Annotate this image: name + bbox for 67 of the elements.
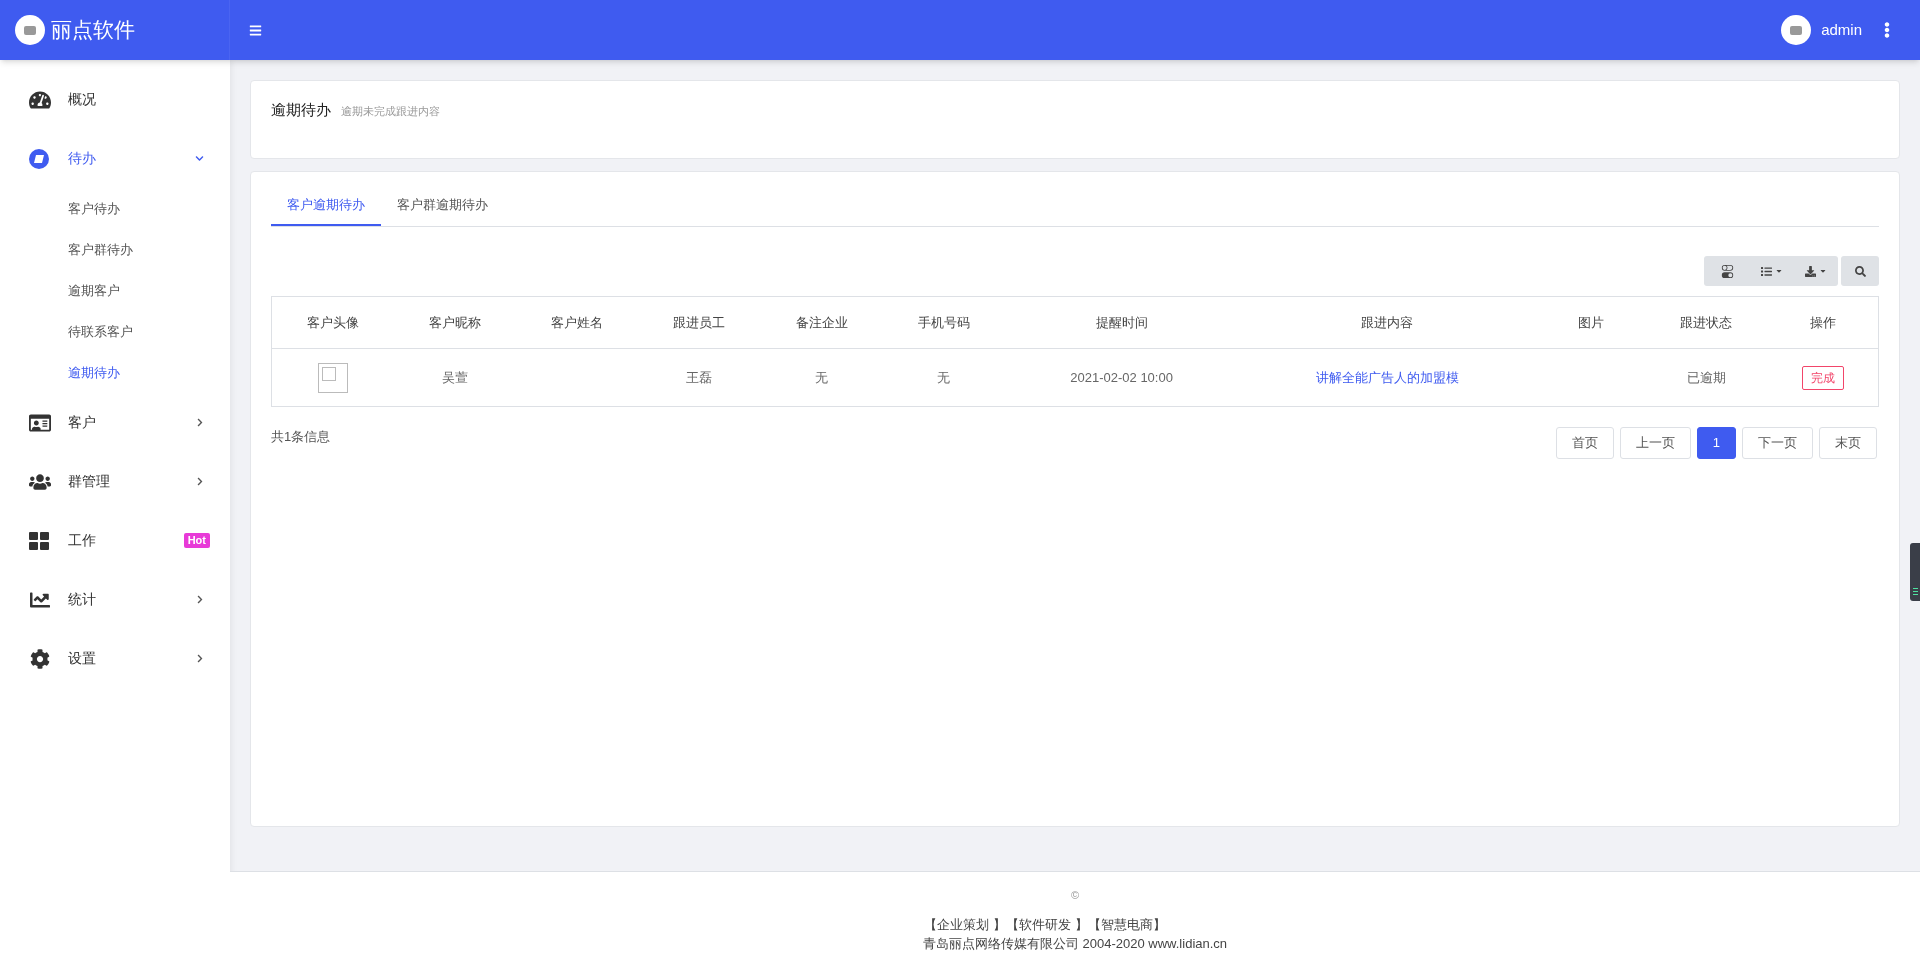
tab[interactable]: 客户逾期待办 (271, 186, 381, 226)
column-header: 操作 (1767, 296, 1879, 349)
column-header: 客户姓名 (516, 296, 639, 349)
table-cell: 已逾期 (1686, 369, 1726, 385)
page-button[interactable]: 下一页 (1742, 427, 1813, 459)
search-icon (1854, 265, 1866, 277)
column-header: 备注企业 (760, 296, 883, 349)
content-link[interactable]: 讲解全能广告人的加盟模 (1315, 369, 1459, 385)
sidebar-item[interactable]: 客户 (0, 393, 230, 452)
table-cell: 无 (937, 369, 951, 385)
footer-link[interactable]: 【软件研发 】 (1006, 914, 1088, 934)
footer-link[interactable]: 【智慧电商】 (1087, 914, 1166, 934)
page-button[interactable]: 首页 (1555, 427, 1614, 459)
column-header: 提醒时间 (1005, 296, 1239, 349)
table-cell: 王磊 (686, 369, 713, 385)
gauge-icon (29, 89, 51, 110)
hot-badge: Hot (183, 533, 210, 548)
copyright-text: © (1070, 888, 1080, 903)
column-header: 跟进状态 (1645, 296, 1768, 349)
grid-icon (29, 531, 49, 550)
table-cell: 无 (815, 369, 829, 385)
sidebar-subitem[interactable]: 客户待办 (0, 188, 230, 229)
sidebar-subitem[interactable]: 逾期待办 (0, 352, 230, 393)
column-header: 手机号码 (882, 296, 1005, 349)
side-widget-drawing (1910, 543, 1920, 601)
caret-icon (1775, 267, 1783, 275)
users-icon (29, 471, 51, 492)
table-cell: 2021-02-02 10:00 (1070, 369, 1173, 385)
sidebar-item[interactable]: 设置 (0, 629, 230, 688)
column-header: 跟进内容 (1238, 296, 1536, 349)
column-header: 客户昵称 (393, 296, 516, 349)
id-card-icon (29, 412, 51, 433)
avatar-placeholder (317, 362, 348, 393)
logo-icon (1781, 15, 1812, 45)
column-header: 图片 (1535, 296, 1646, 349)
menu-button[interactable] (249, 23, 262, 37)
brand-name: 丽点软件 (51, 17, 135, 44)
search-button[interactable] (1841, 256, 1879, 286)
page-subtitle: 逾期未完成跟进内容 (341, 104, 440, 119)
complete-button[interactable]: 完成 (1801, 365, 1844, 390)
sidebar-subitem[interactable]: 客户群待办 (0, 229, 230, 270)
list-icon (1761, 265, 1772, 277)
todo-icon (29, 148, 49, 169)
page-button[interactable]: 1 (1696, 427, 1736, 459)
user-name[interactable]: admin (1821, 18, 1862, 42)
footer-link[interactable]: 【企业策划 】 (924, 914, 1006, 934)
sidebar-item[interactable]: 概况 (0, 70, 230, 129)
page-button[interactable]: 末页 (1819, 427, 1877, 459)
settings-icon (29, 648, 51, 669)
page-button[interactable]: 上一页 (1619, 427, 1691, 459)
sidebar-item[interactable]: 群管理 (0, 452, 230, 511)
sidebar-item[interactable]: 工作 Hot (0, 511, 230, 570)
sidebar-subitem[interactable]: 待联系客户 (0, 311, 230, 352)
sidebar-item[interactable]: 待办 (0, 129, 230, 188)
company-text: 青岛丽点网络传媒有限公司 2004-2020 www.lidian.cn (922, 935, 1228, 953)
download-icon (1805, 265, 1816, 277)
table-cell: 吴萱 (441, 369, 468, 385)
sidebar-subitem[interactable]: 逾期客户 (0, 270, 230, 311)
caret-icon (1819, 267, 1827, 275)
logo-icon (15, 15, 45, 45)
record-count: 共1条信息 (271, 428, 331, 446)
tab[interactable]: 客户群逾期待办 (381, 186, 504, 226)
toggle-icon (1720, 264, 1734, 278)
sidebar-item[interactable]: 统计 (0, 570, 230, 629)
column-header: 客户头像 (271, 296, 394, 349)
page-title: 逾期待办 (271, 100, 331, 120)
column-header: 跟进员工 (638, 296, 761, 349)
